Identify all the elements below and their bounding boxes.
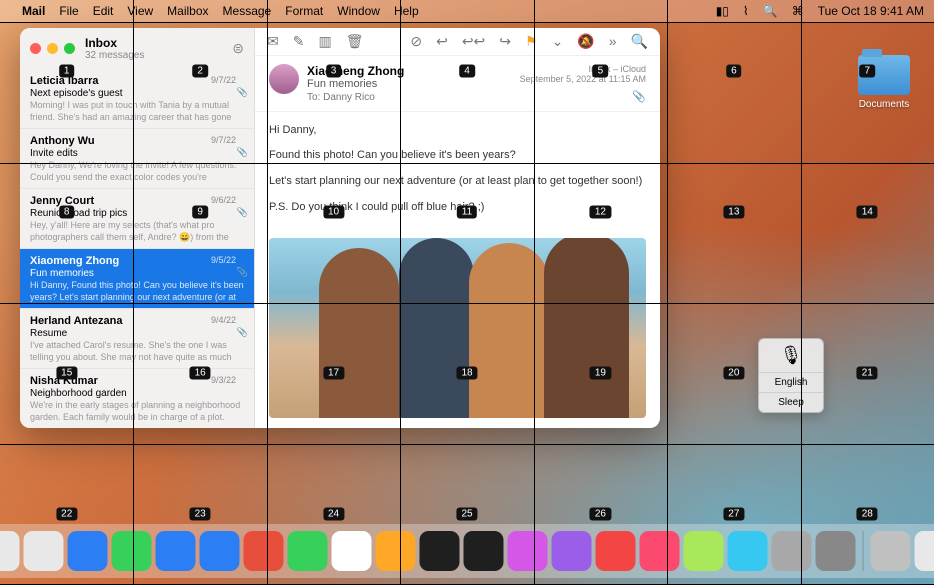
message-row[interactable]: Nisha Kumar9/3/22Neighborhood gardenWe'r… [20,369,254,428]
compose-icon[interactable]: ✎ [293,33,305,50]
email-attachment-photo[interactable] [269,238,646,418]
dock-app-11[interactable] [464,531,504,571]
reader-body: Hi Danny, Found this photo! Can you beli… [255,112,660,234]
spotlight-icon[interactable]: 🔍 [763,4,778,18]
search-icon[interactable]: 🔍 [631,33,648,50]
mail-reader: ✉ ✎ ▥ 🗑 ⊘ ↩ ↩↩ ↪ ⚑ ⌄ 🔕 » 🔍 Xiaomeng Zhon… [255,28,660,428]
message-row[interactable]: Anthony Wu9/7/22Invite editsHey Danny, W… [20,129,254,189]
dock-app-2[interactable] [68,531,108,571]
sender-avatar[interactable] [269,64,299,94]
dock-app-19[interactable] [816,531,856,571]
dock-app-0[interactable] [0,531,20,571]
dock-app-13[interactable] [552,531,592,571]
reader-from: Xiaomeng Zhong [307,64,404,78]
mail-toolbar: ✉ ✎ ▥ 🗑 ⊘ ↩ ↩↩ ↪ ⚑ ⌄ 🔕 » 🔍 [255,28,660,56]
forward-icon[interactable]: ↪ [499,33,511,50]
folder-label: Documents [852,99,916,110]
reader-timestamp: September 5, 2022 at 11:15 AM [520,74,646,84]
menu-format[interactable]: Format [285,4,323,18]
close-button[interactable] [30,43,41,54]
dock [0,524,934,578]
trash-icon[interactable]: 🗑 [346,33,364,50]
menu-help[interactable]: Help [394,4,419,18]
dock-app-18[interactable] [772,531,812,571]
junk-icon[interactable]: ⊘ [410,33,422,50]
move-icon[interactable]: ▥ [318,33,331,50]
voice-control-panel: 🎙 English Sleep [758,338,824,413]
reader-to: To: Danny Rico [307,92,404,103]
menu-window[interactable]: Window [337,4,380,18]
dock-app-5[interactable] [200,531,240,571]
dock-app-3[interactable] [112,531,152,571]
flag-dropdown-icon[interactable]: ⌄ [552,33,564,50]
flag-icon[interactable]: ⚑ [525,33,538,50]
dock-app-9[interactable] [376,531,416,571]
message-row[interactable]: Herland Antezana9/4/22ResumeI've attache… [20,309,254,369]
message-row[interactable]: Leticia Ibarra9/7/22Next episode's guest… [20,69,254,129]
battery-icon[interactable]: ▮▯ [716,4,729,18]
reader-subject: Fun memories [307,78,404,90]
filter-icon[interactable]: ⊜ [232,40,244,57]
more-icon[interactable]: » [609,33,617,49]
dock-app-4[interactable] [156,531,196,571]
dock-app-16[interactable] [684,531,724,571]
menu-mailbox[interactable]: Mailbox [167,4,208,18]
menu-edit[interactable]: Edit [93,4,114,18]
reply-icon[interactable]: ↩ [436,33,448,50]
message-list[interactable]: Leticia Ibarra9/7/22Next episode's guest… [20,69,254,428]
dock-app-12[interactable] [508,531,548,571]
message-row[interactable]: Xiaomeng Zhong9/5/22Fun memoriesHi Danny… [20,249,254,309]
voice-sleep[interactable]: Sleep [759,392,823,412]
dock-app-15[interactable] [640,531,680,571]
voice-language[interactable]: English [759,372,823,392]
message-row[interactable]: Jenny Court9/6/22Reunion road trip picsH… [20,189,254,249]
menu-clock[interactable]: Tue Oct 18 9:41 AM [818,4,924,18]
wifi-icon[interactable]: ⌇ [743,4,749,18]
attachment-icon[interactable]: 📎 [520,90,646,103]
microphone-icon[interactable]: 🎙 [759,339,823,372]
dock-app-10[interactable] [420,531,460,571]
control-center-icon[interactable]: ⌘ [792,4,804,18]
reader-mailbox: Inbox – iCloud [520,64,646,74]
mute-icon[interactable]: 🔕 [577,33,594,50]
mail-window: Inbox 32 messages ⊜ Leticia Ibarra9/7/22… [20,28,660,428]
reply-all-icon[interactable]: ↩↩ [462,33,485,50]
dock-app-17[interactable] [728,531,768,571]
app-menu[interactable]: Mail [22,4,45,18]
menu-file[interactable]: File [59,4,78,18]
dock-app-6[interactable] [244,531,284,571]
archive-icon[interactable]: ✉ [267,33,279,50]
folder-icon [858,55,910,95]
menu-bar: Mail File Edit View Mailbox Message Form… [0,0,934,22]
inbox-title: Inbox [85,36,144,50]
dock-app-21[interactable] [915,531,934,571]
dock-app-20[interactable] [871,531,911,571]
dock-app-8[interactable] [332,531,372,571]
desktop-documents-folder[interactable]: Documents [852,55,916,110]
menu-message[interactable]: Message [223,4,272,18]
dock-app-1[interactable] [24,531,64,571]
minimize-button[interactable] [47,43,58,54]
zoom-button[interactable] [64,43,75,54]
inbox-count: 32 messages [85,50,144,61]
menu-view[interactable]: View [127,4,153,18]
dock-app-14[interactable] [596,531,636,571]
mail-sidebar: Inbox 32 messages ⊜ Leticia Ibarra9/7/22… [20,28,255,428]
dock-app-7[interactable] [288,531,328,571]
